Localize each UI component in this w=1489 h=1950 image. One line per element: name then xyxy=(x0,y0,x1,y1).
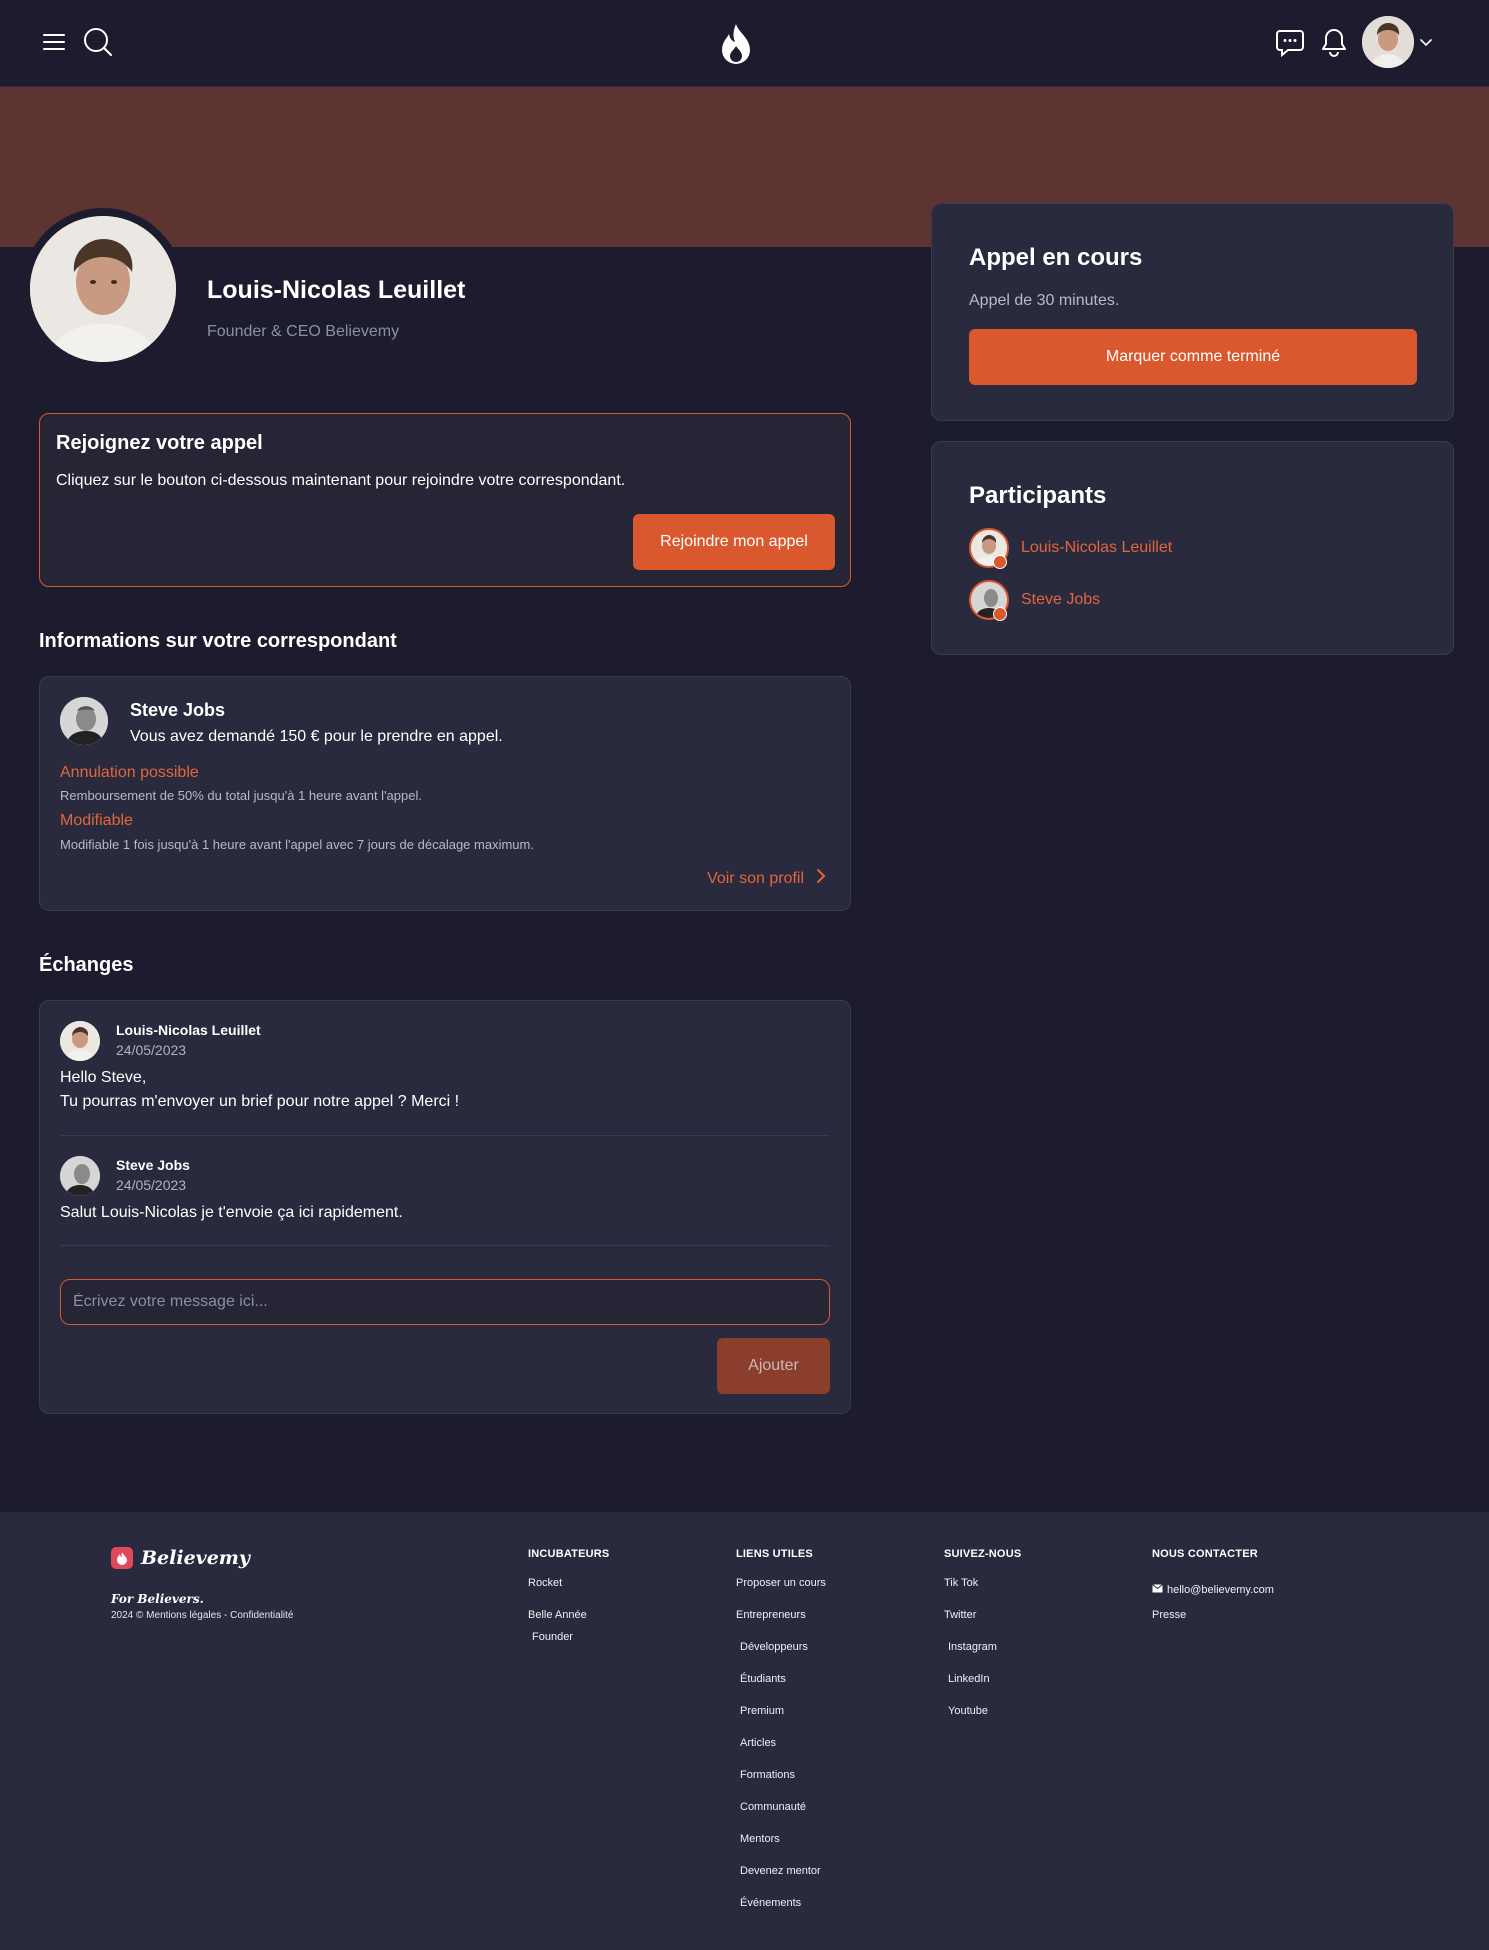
footer-email-link[interactable]: hello@believemy.com xyxy=(1152,1574,1274,1606)
chat-icon[interactable] xyxy=(1272,24,1308,60)
participant-item[interactable]: Steve Jobs xyxy=(969,580,1100,620)
footer-link[interactable]: Rocket xyxy=(528,1574,609,1606)
footer-column-title: LIENS UTILES xyxy=(736,1548,813,1560)
footer-column-title: INCUBATEURS xyxy=(528,1548,610,1560)
message-line: Hello Steve, xyxy=(60,1069,147,1086)
join-call-description: Cliquez sur le bouton ci-dessous mainten… xyxy=(56,472,626,489)
exchanges-section-title: Échanges xyxy=(39,954,134,976)
message-avatar xyxy=(60,1156,100,1196)
footer-column-incubateurs: INCUBATEURS Rocket Belle Année Founder xyxy=(528,1548,609,1660)
footer-column-nous-contacter: NOUS CONTACTER hello@believemy.com Press… xyxy=(1152,1548,1274,1638)
participant-name: Louis-Nicolas Leuillet xyxy=(1021,539,1173,556)
footer-link[interactable]: Youtube xyxy=(944,1702,1021,1734)
footer-tagline: For Believers. xyxy=(111,1592,204,1606)
call-description: Appel de 30 minutes. xyxy=(969,292,1120,309)
footer-link[interactable]: LinkedIn xyxy=(944,1670,1021,1702)
participants-title: Participants xyxy=(969,482,1107,509)
verified-check-icon xyxy=(993,607,1007,621)
footer-link[interactable]: Founder xyxy=(528,1628,609,1660)
message-avatar xyxy=(60,1021,100,1061)
correspondent-avatar xyxy=(60,697,108,745)
footer-link[interactable]: Développeurs xyxy=(736,1638,826,1670)
footer-link[interactable]: Formations xyxy=(736,1766,826,1798)
message-line: Tu pourras m'envoyer un brief pour notre… xyxy=(60,1093,460,1110)
brand-logo-icon xyxy=(111,1547,133,1569)
footer-link[interactable]: Articles xyxy=(736,1734,826,1766)
footer-link[interactable]: Tik Tok xyxy=(944,1574,1021,1606)
footer: Believemy For Believers. 2024 © Mentions… xyxy=(0,1512,1489,1950)
call-title: Appel en cours xyxy=(969,244,1143,271)
correspondent-name: Steve Jobs xyxy=(130,700,226,720)
message-author: Louis-Nicolas Leuillet xyxy=(116,1022,261,1038)
cancel-detail: Remboursement de 50% du total jusqu'à 1 … xyxy=(60,788,422,803)
user-avatar[interactable] xyxy=(1362,16,1414,68)
footer-link[interactable]: Mentors xyxy=(736,1830,826,1862)
participants-card: Participants Louis-Nicolas Leuillet Stev… xyxy=(931,441,1454,655)
mail-icon xyxy=(1152,1581,1163,1599)
footer-link[interactable]: Étudiants xyxy=(736,1670,826,1702)
message-author: Steve Jobs xyxy=(116,1157,190,1173)
message-divider xyxy=(60,1245,830,1246)
correspondent-info-card: Steve Jobs Vous avez demandé 150 € pour … xyxy=(39,676,851,911)
footer-link[interactable]: Premium xyxy=(736,1702,826,1734)
correspondent-description: Vous avez demandé 150 € pour le prendre … xyxy=(130,728,503,745)
participant-name: Steve Jobs xyxy=(1021,591,1101,608)
message-date: 24/05/2023 xyxy=(116,1042,187,1058)
footer-link[interactable]: Presse xyxy=(1152,1606,1274,1638)
message-text: Salut Louis-Nicolas je t'envoie ça ici r… xyxy=(60,1204,403,1221)
exchanges-card: Louis-Nicolas Leuillet 24/05/2023 Hello … xyxy=(39,1000,851,1414)
footer-email: hello@believemy.com xyxy=(1167,1584,1274,1596)
profile-role: Founder & CEO Believemy xyxy=(207,323,400,340)
footer-link[interactable]: Devenez mentor xyxy=(736,1862,826,1894)
verified-check-icon xyxy=(993,555,1007,569)
footer-link[interactable]: Twitter xyxy=(944,1606,1021,1638)
cancel-label: Annulation possible xyxy=(60,764,199,781)
modify-detail: Modifiable 1 fois jusqu'à 1 heure avant … xyxy=(60,837,534,852)
footer-copyright: 2024 © Mentions légales - Confidentialit… xyxy=(111,1610,294,1621)
modify-label: Modifiable xyxy=(60,812,133,829)
flame-logo-icon[interactable] xyxy=(716,20,756,68)
footer-link[interactable]: Entrepreneurs xyxy=(736,1606,826,1638)
join-call-button[interactable]: Rejoindre mon appel xyxy=(633,514,835,570)
bell-icon[interactable] xyxy=(1316,24,1352,60)
menu-icon[interactable] xyxy=(38,26,70,58)
mark-finished-button[interactable]: Marquer comme terminé xyxy=(969,329,1417,385)
join-call-title: Rejoignez votre appel xyxy=(56,432,263,454)
footer-link[interactable]: Événements xyxy=(736,1894,826,1926)
footer-column-suivez-nous: SUIVEZ-NOUS Tik Tok Twitter Instagram Li… xyxy=(944,1548,1021,1734)
chevron-down-icon[interactable] xyxy=(1416,32,1436,52)
footer-column-title: NOUS CONTACTER xyxy=(1152,1548,1258,1560)
footer-link[interactable]: Instagram xyxy=(944,1638,1021,1670)
add-message-button[interactable]: Ajouter xyxy=(717,1338,830,1394)
join-call-card: Rejoignez votre appel Cliquez sur le bou… xyxy=(39,413,851,587)
top-navigation-bar xyxy=(0,0,1489,87)
chevron-right-icon xyxy=(816,868,826,889)
footer-link[interactable]: Proposer un cours xyxy=(736,1574,826,1606)
footer-link[interactable]: Belle Année xyxy=(528,1606,609,1628)
message-divider xyxy=(60,1135,830,1136)
message-input[interactable] xyxy=(60,1279,830,1325)
footer-link[interactable]: Communauté xyxy=(736,1798,826,1830)
ongoing-call-card: Appel en cours Appel de 30 minutes. Marq… xyxy=(931,203,1454,421)
message-text: Hello Steve, Tu pourras m'envoyer un bri… xyxy=(60,1066,459,1114)
message-date: 24/05/2023 xyxy=(116,1177,187,1193)
footer-column-liens-utiles: LIENS UTILES Proposer un cours Entrepren… xyxy=(736,1548,826,1926)
footer-column-title: SUIVEZ-NOUS xyxy=(944,1548,1022,1560)
info-section-title: Informations sur votre correspondant xyxy=(39,630,397,652)
footer-brand[interactable]: Believemy xyxy=(111,1547,250,1569)
brand-name: Believemy xyxy=(141,1547,250,1569)
view-profile-link[interactable]: Voir son profil xyxy=(707,868,826,889)
view-profile-label: Voir son profil xyxy=(707,869,804,887)
profile-avatar xyxy=(22,208,184,370)
profile-name: Louis-Nicolas Leuillet xyxy=(207,276,466,304)
search-icon[interactable] xyxy=(80,24,116,60)
